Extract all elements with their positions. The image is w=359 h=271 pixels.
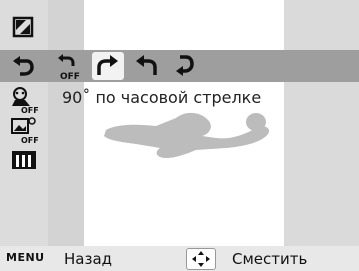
color-adjust-icon[interactable]	[10, 148, 38, 172]
move-label[interactable]: Сместить	[232, 250, 307, 268]
rotate-off-icon[interactable]: OFF	[54, 52, 84, 82]
rotate-180-icon[interactable]	[170, 52, 198, 80]
rotate-icon[interactable]	[10, 54, 36, 80]
four-way-arrow-icon[interactable]	[186, 248, 216, 270]
svg-text:OFF: OFF	[21, 106, 39, 114]
right-photo-margin	[284, 0, 359, 271]
photo-subject-silhouette	[96, 100, 276, 164]
face-retouch-off-icon[interactable]: OFF	[10, 86, 40, 114]
svg-text:OFF: OFF	[21, 136, 39, 144]
selected-option-caption: 90˚ по часовой стрелке	[62, 88, 262, 107]
menu-button-badge[interactable]: MENU	[6, 251, 45, 264]
crop-icon[interactable]	[10, 14, 36, 40]
red-eye-fix-off-icon[interactable]: OFF	[10, 116, 40, 144]
rotate-right-90-icon[interactable]	[94, 54, 122, 78]
svg-text:OFF: OFF	[60, 72, 80, 82]
back-label[interactable]: Назад	[64, 250, 112, 268]
rotate-left-90-icon[interactable]	[132, 54, 160, 78]
camera-screen: OFF OFF OFF 90˚ по часовой стрелке MENU …	[0, 0, 359, 271]
